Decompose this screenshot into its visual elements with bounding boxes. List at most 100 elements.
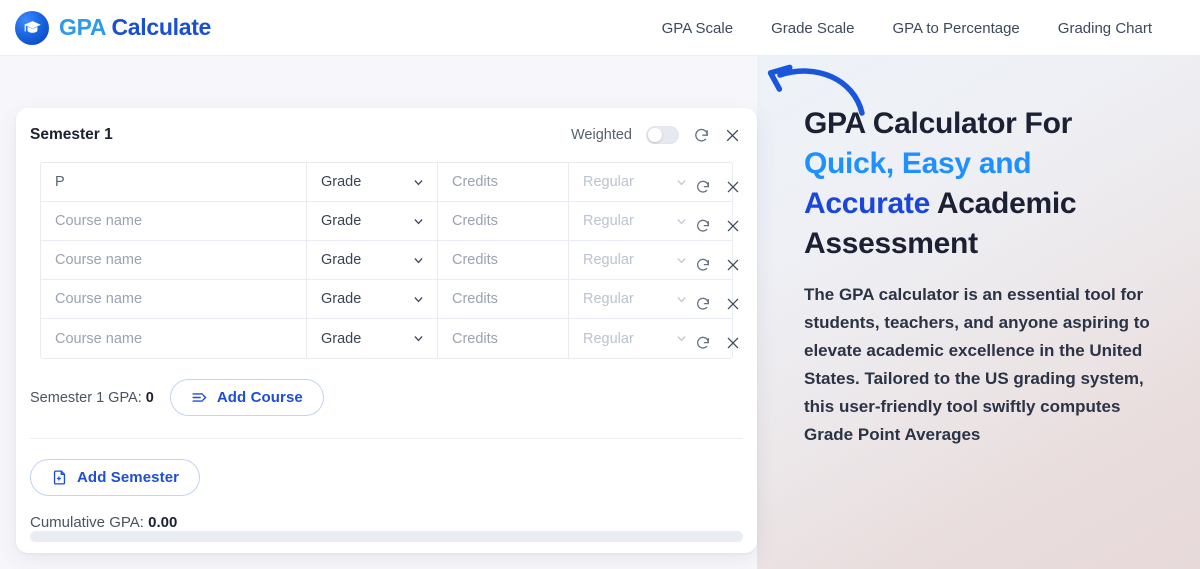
row-reset-icon[interactable] xyxy=(695,335,711,351)
credits-input[interactable]: Credits xyxy=(438,241,569,279)
cumulative-gpa: Cumulative GPA: 0.00 xyxy=(30,514,757,531)
course-name-input[interactable]: P xyxy=(41,163,307,201)
row-delete-icon[interactable] xyxy=(725,218,741,234)
row-reset-icon[interactable] xyxy=(695,218,711,234)
table-row: P Grade Credits Regular xyxy=(41,163,732,202)
grade-select-value: Grade xyxy=(321,213,362,229)
grade-select-value: Grade xyxy=(321,174,362,190)
credits-placeholder: Credits xyxy=(452,330,498,347)
brand-text-gpa: GPA xyxy=(59,14,112,40)
chevron-down-icon xyxy=(414,179,423,185)
grade-select[interactable]: Grade xyxy=(307,202,438,240)
grade-select-value: Grade xyxy=(321,330,362,347)
chevron-down-icon xyxy=(414,336,423,342)
course-type-select[interactable]: Regular xyxy=(569,241,700,279)
grade-select[interactable]: Grade xyxy=(307,319,438,358)
row-reset-icon[interactable] xyxy=(695,296,711,312)
chevron-down-icon xyxy=(677,336,686,342)
card-divider xyxy=(30,438,743,439)
course-name-placeholder: Course name xyxy=(55,330,143,347)
row-delete-icon[interactable] xyxy=(725,296,741,312)
chevron-down-icon xyxy=(677,296,686,302)
course-name-input[interactable]: Course name xyxy=(41,202,307,240)
course-name-input[interactable]: Course name xyxy=(41,319,307,358)
course-type-value: Regular xyxy=(583,330,634,347)
gpa-calculator-card: Semester 1 Weighted P Grade Credits Regu… xyxy=(16,108,757,553)
grade-select-value: Grade xyxy=(321,252,362,268)
hero-description: The GPA calculator is an essential tool … xyxy=(804,285,1150,444)
row-reset-icon[interactable] xyxy=(695,257,711,273)
semester-summary-row: Semester 1 GPA: 0 Add Course xyxy=(30,379,757,416)
credits-placeholder: Credits xyxy=(452,252,498,268)
row-reset-icon[interactable] xyxy=(695,179,711,195)
course-name-input[interactable]: Course name xyxy=(41,241,307,279)
file-plus-icon xyxy=(53,470,66,485)
grade-select[interactable]: Grade xyxy=(307,241,438,279)
course-type-select[interactable]: Regular xyxy=(569,202,700,240)
add-semester-button[interactable]: Add Semester xyxy=(30,459,201,496)
add-semester-row: Add Semester xyxy=(30,459,757,496)
credits-input[interactable]: Credits xyxy=(438,280,569,318)
credits-input[interactable]: Credits xyxy=(438,163,569,201)
hero-title-line-1: GPA Calculator For xyxy=(804,107,1072,140)
semester-reset-icon[interactable] xyxy=(693,127,710,144)
row-delete-icon[interactable] xyxy=(725,257,741,273)
nav-item-grade-scale[interactable]: Grade Scale xyxy=(771,20,854,37)
row-actions xyxy=(695,245,741,284)
credits-placeholder: Credits xyxy=(452,213,498,229)
credits-input[interactable]: Credits xyxy=(438,202,569,240)
course-type-value: Regular xyxy=(583,174,634,190)
weighted-toggle[interactable] xyxy=(646,126,679,144)
row-actions xyxy=(695,284,741,323)
semester-header: Semester 1 Weighted xyxy=(16,108,757,162)
app-root: GPA Calculate GPA Scale Grade Scale GPA … xyxy=(0,0,1200,569)
grade-select-value: Grade xyxy=(321,291,362,307)
course-type-value: Regular xyxy=(583,291,634,307)
row-actions xyxy=(695,206,741,245)
weighted-toggle-knob xyxy=(648,128,662,142)
add-rows-icon xyxy=(192,393,207,402)
hero-title-accurate: Accurate xyxy=(804,187,930,220)
chevron-down-icon xyxy=(414,257,423,263)
site-header: GPA Calculate GPA Scale Grade Scale GPA … xyxy=(0,0,1200,56)
hero-panel: GPA Calculator For Quick, Easy and Accur… xyxy=(757,56,1200,569)
credits-input[interactable]: Credits xyxy=(438,319,569,358)
course-type-select[interactable]: Regular xyxy=(569,319,700,358)
weighted-label: Weighted xyxy=(571,127,632,143)
semester-title: Semester 1 xyxy=(30,126,113,143)
course-name-value: P xyxy=(55,174,65,190)
cumulative-gpa-value: 0.00 xyxy=(148,514,178,531)
chevron-down-icon xyxy=(677,218,686,224)
course-type-select[interactable]: Regular xyxy=(569,280,700,318)
course-type-value: Regular xyxy=(583,213,634,229)
course-name-placeholder: Course name xyxy=(55,213,143,229)
course-name-input[interactable]: Course name xyxy=(41,280,307,318)
semester-gpa-label: Semester 1 GPA: xyxy=(30,389,142,406)
course-name-placeholder: Course name xyxy=(55,291,143,307)
brand-text: GPA Calculate xyxy=(59,14,211,41)
table-row: Course name Grade Credits Regular xyxy=(41,319,732,358)
chevron-down-icon xyxy=(414,218,423,224)
table-row: Course name Grade Credits Regular xyxy=(41,241,732,280)
semester-controls: Weighted xyxy=(571,126,741,144)
row-delete-icon[interactable] xyxy=(725,335,741,351)
add-course-button[interactable]: Add Course xyxy=(169,379,324,416)
brand-text-calculate: Calculate xyxy=(111,14,212,40)
brand-logo[interactable]: GPA Calculate xyxy=(15,10,211,45)
table-row: Course name Grade Credits Regular xyxy=(41,280,732,319)
main-nav: GPA Scale Grade Scale GPA to Percentage … xyxy=(662,0,1152,56)
grade-select[interactable]: Grade xyxy=(307,280,438,318)
semester-close-icon[interactable] xyxy=(724,127,741,144)
row-actions xyxy=(695,323,741,362)
course-type-value: Regular xyxy=(583,252,634,268)
grade-select[interactable]: Grade xyxy=(307,163,438,201)
nav-item-grading-chart[interactable]: Grading Chart xyxy=(1058,20,1152,37)
course-name-placeholder: Course name xyxy=(55,252,143,268)
nav-item-gpa-scale[interactable]: GPA Scale xyxy=(662,20,733,37)
nav-item-gpa-to-percentage[interactable]: GPA to Percentage xyxy=(892,20,1019,37)
courses-table: P Grade Credits Regular Course name Grad… xyxy=(40,162,733,359)
course-type-select[interactable]: Regular xyxy=(569,163,700,201)
cumulative-gpa-label: Cumulative GPA: xyxy=(30,514,144,531)
row-delete-icon[interactable] xyxy=(725,179,741,195)
credits-placeholder: Credits xyxy=(452,174,498,190)
